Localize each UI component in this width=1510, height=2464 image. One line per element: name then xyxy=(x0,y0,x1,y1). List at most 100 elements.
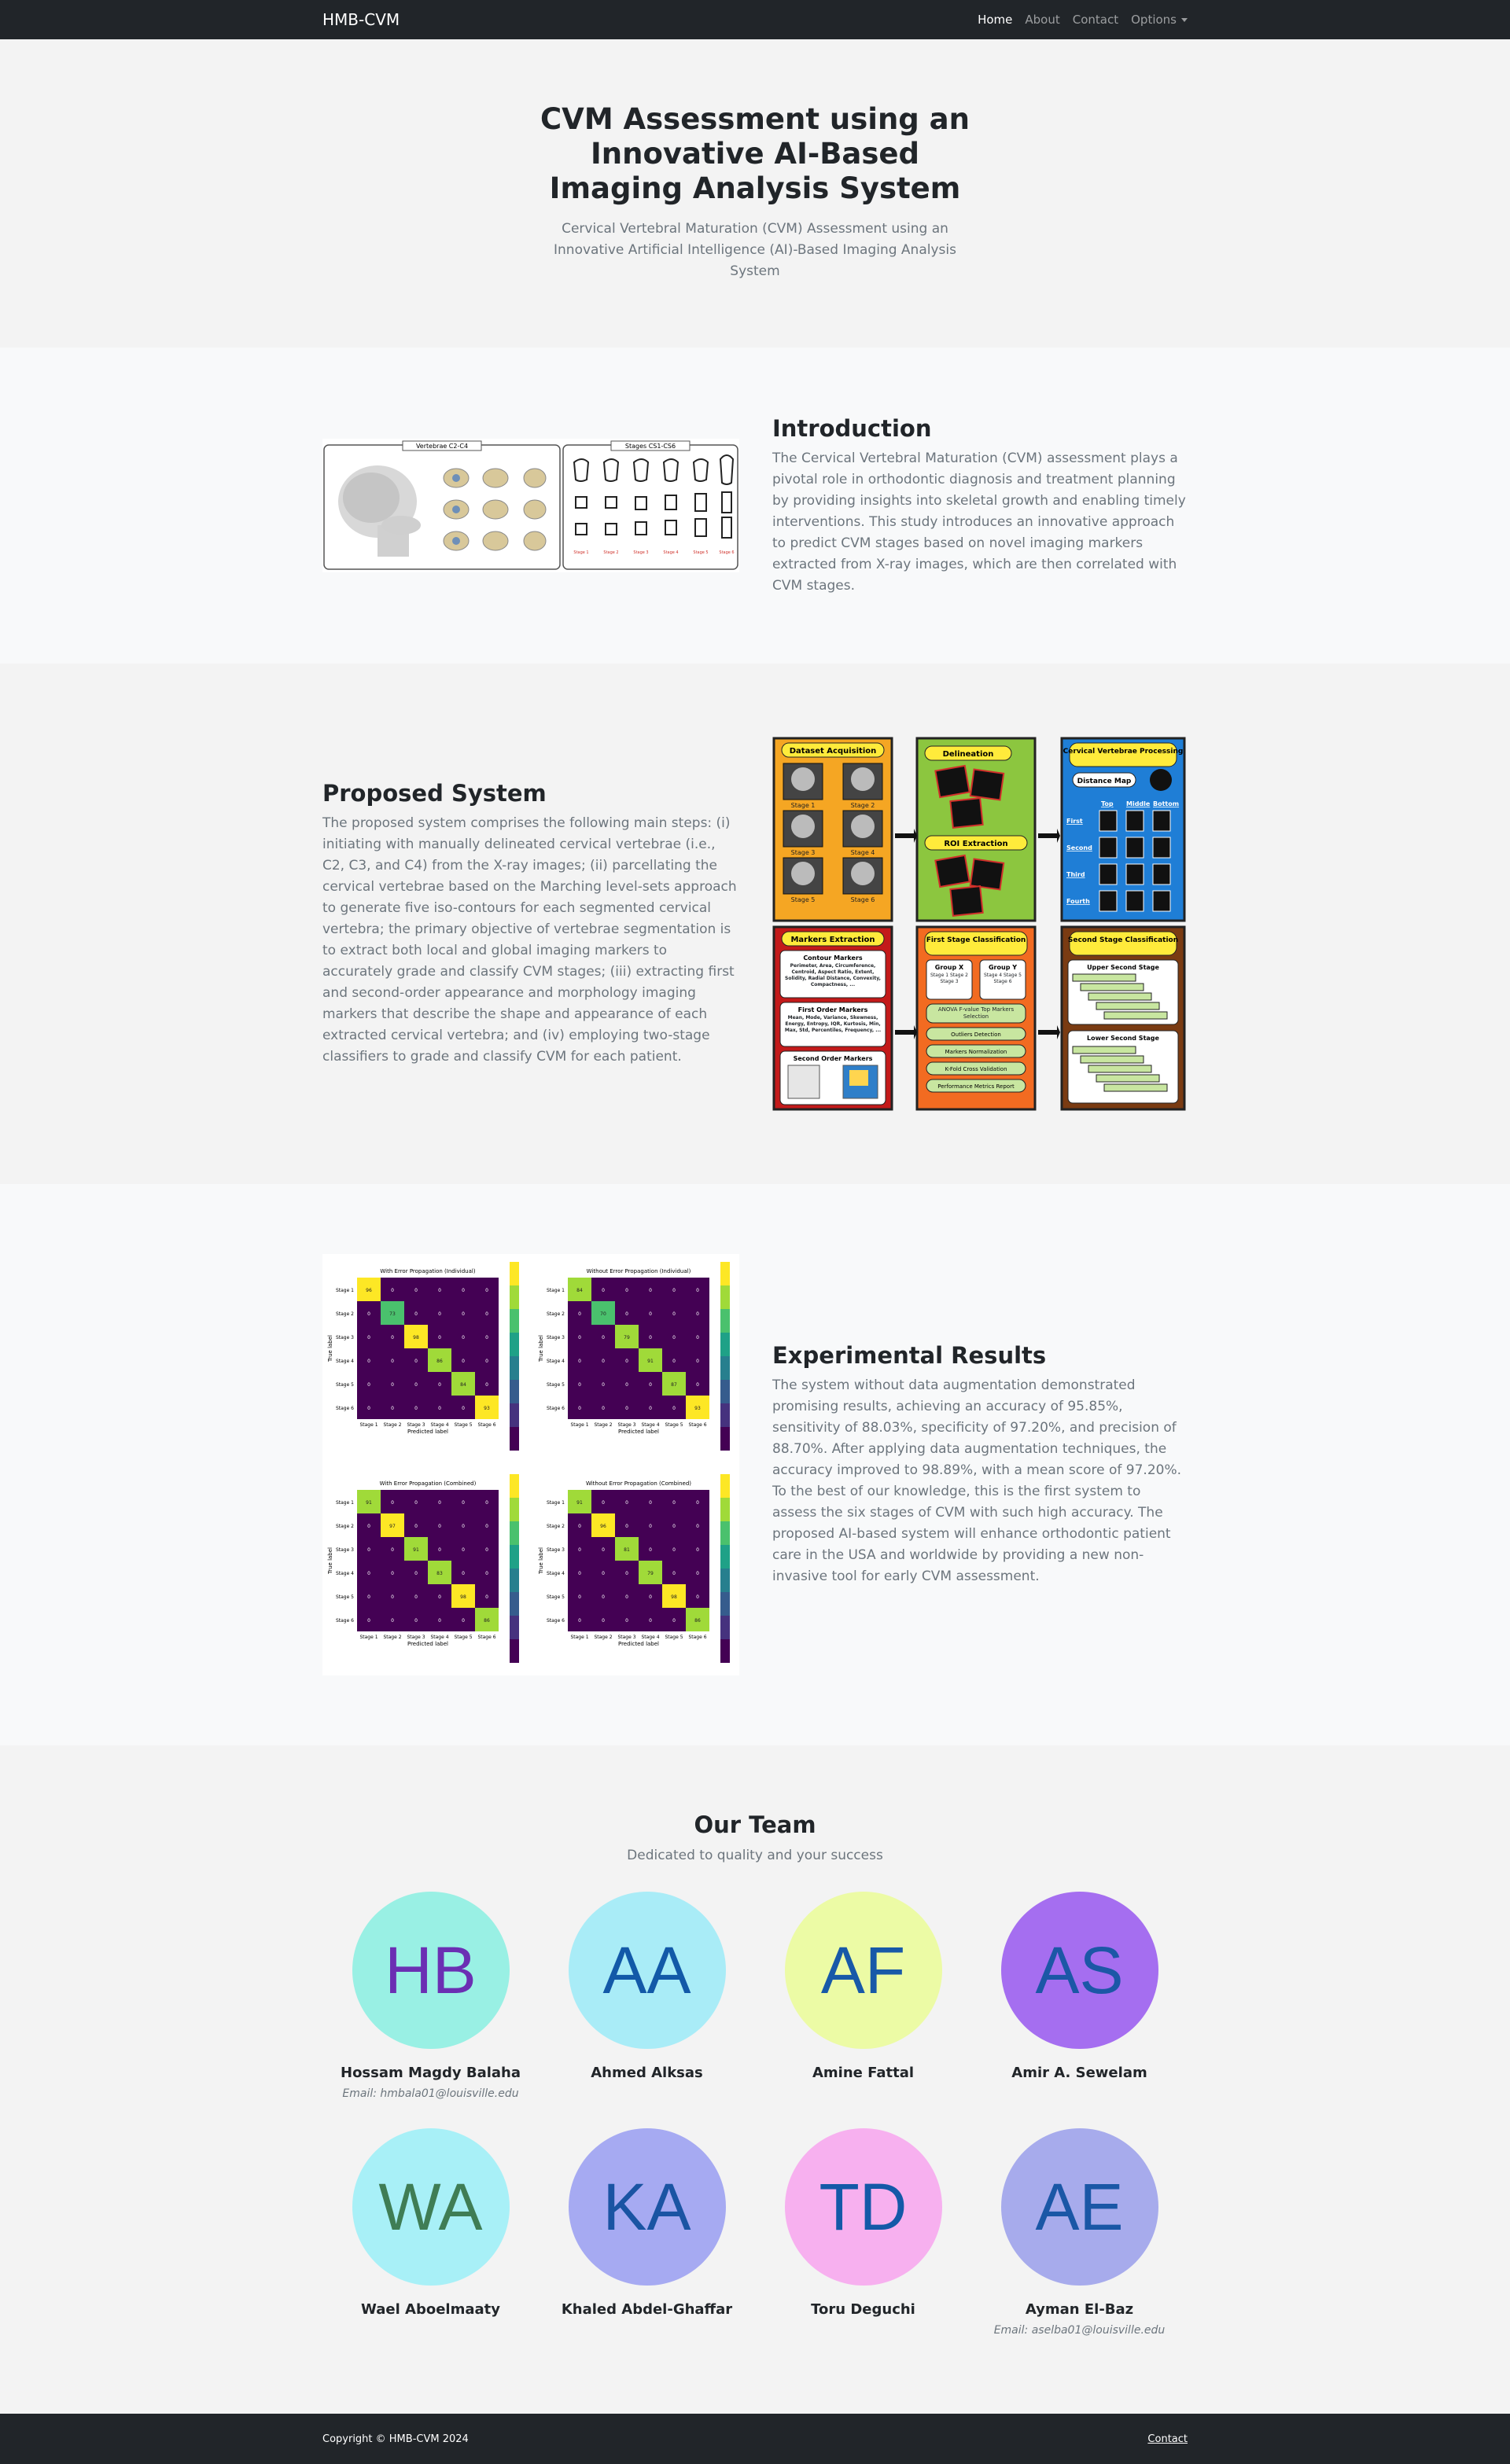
member-name: Toru Deguchi xyxy=(811,2301,915,2318)
cell-value: 0 xyxy=(578,1406,581,1411)
cell-value: 0 xyxy=(649,1524,652,1529)
second-order-title: Second Order Markers xyxy=(794,1055,873,1062)
x-tick-label: Stage 1 xyxy=(570,1635,588,1640)
colorbar-segment xyxy=(510,1380,519,1403)
nav-home[interactable]: Home xyxy=(978,13,1012,27)
nav-options-dropdown[interactable]: Options xyxy=(1131,13,1188,27)
cell-value: 0 xyxy=(578,1382,581,1388)
colorbar-segment xyxy=(510,1521,519,1545)
fs-step-4: K-Fold Cross Validation xyxy=(945,1066,1007,1072)
cell-value: 0 xyxy=(625,1311,628,1317)
team-section: Our Team Dedicated to quality and your s… xyxy=(0,1745,1510,2414)
cell-value: 0 xyxy=(602,1594,605,1600)
x-tick-label: Stage 2 xyxy=(594,1635,612,1640)
nav-contact[interactable]: Contact xyxy=(1073,13,1118,27)
cell-value: 0 xyxy=(625,1524,628,1529)
y-tick-label: Stage 5 xyxy=(547,1382,565,1388)
cell-value: 0 xyxy=(391,1571,394,1576)
cell-value: 0 xyxy=(414,1594,418,1600)
team-member: HB Hossam Magdy Balaha Email: hmbala01@l… xyxy=(322,1892,539,2102)
cell-value: 0 xyxy=(367,1359,370,1364)
nav-options-label: Options xyxy=(1131,13,1177,27)
results-paragraph: The system without data augmentation dem… xyxy=(772,1377,1182,1584)
nav-about[interactable]: About xyxy=(1025,13,1059,27)
cell-value: 0 xyxy=(672,1359,676,1364)
cell-value: 0 xyxy=(462,1406,465,1411)
cell-value: 0 xyxy=(672,1547,676,1553)
group-y-label: Group Y xyxy=(989,964,1017,971)
stage-label-3: Stage 3 xyxy=(633,550,648,555)
y-axis-label: True label xyxy=(538,1547,544,1575)
cell-value: 0 xyxy=(438,1311,441,1317)
confusion-matrices-chart: With Error Propagation (Individual) 96 0 0 0… xyxy=(327,1262,730,1663)
colorbar-segment xyxy=(510,1545,519,1569)
group-y-stages: Stage 4 Stage 5 Stage 6 xyxy=(983,973,1022,984)
colorbar-segment xyxy=(720,1639,730,1663)
col-bottom: Bottom xyxy=(1153,800,1179,807)
cell-value: 0 xyxy=(696,1311,699,1317)
cell-value: 0 xyxy=(391,1594,394,1600)
col-top: Top xyxy=(1101,800,1114,807)
cell-value: 0 xyxy=(649,1288,652,1293)
cell-value: 0 xyxy=(625,1594,628,1600)
colorbar-segment xyxy=(720,1474,730,1498)
cell-value: 0 xyxy=(391,1382,394,1388)
navbar: HMB-CVM Home About Contact Options xyxy=(0,0,1510,39)
cell-value: 0 xyxy=(485,1500,488,1506)
y-axis-label: True label xyxy=(327,1335,333,1363)
cell-value: 98 xyxy=(460,1594,466,1600)
brand-link[interactable]: HMB-CVM xyxy=(322,10,400,29)
results-text-block: Experimental Results The system without … xyxy=(772,1342,1188,1587)
colorbar-segment xyxy=(510,1285,519,1309)
cell-value: 0 xyxy=(625,1618,628,1624)
vertebrae-illustration: Vertebrae C2-C4 Stages CS1-CS6 Stage 1 S… xyxy=(323,440,738,570)
x-tick-label: Stage 5 xyxy=(454,1422,472,1428)
colorbar-segment xyxy=(510,1592,519,1616)
stage-label-2: Stage 2 xyxy=(603,550,618,555)
x-tick-label: Stage 4 xyxy=(430,1635,448,1640)
cell-value: 0 xyxy=(367,1618,370,1624)
cell-value: 0 xyxy=(391,1406,394,1411)
experimental-results-section: With Error Propagation (Individual) 96 0 0 0… xyxy=(0,1184,1510,1745)
member-email: Email: aselba01@louisville.edu xyxy=(993,2324,1166,2337)
cell-value: 73 xyxy=(389,1311,396,1317)
y-tick-label: Stage 2 xyxy=(547,1524,565,1529)
cell-value: 0 xyxy=(391,1359,394,1364)
x-axis-label: Predicted label xyxy=(407,1429,448,1435)
markers-title: Markers Extraction xyxy=(790,936,875,944)
member-name: Hossam Magdy Balaha xyxy=(341,2065,521,2081)
team-member: AE Ayman El-Baz Email: aselba01@louisvil… xyxy=(971,2128,1188,2338)
roi-title: ROI Extraction xyxy=(944,840,1007,848)
team-member: TD Toru Deguchi xyxy=(755,2128,971,2338)
footer-contact-link[interactable]: Contact xyxy=(1147,2433,1188,2445)
cell-value: 0 xyxy=(578,1359,581,1364)
cell-value: 0 xyxy=(367,1547,370,1553)
y-tick-label: Stage 5 xyxy=(336,1594,354,1600)
avatar-initials: AA xyxy=(602,1933,691,2007)
group-x-label: Group X xyxy=(935,964,964,971)
colorbar-segment xyxy=(720,1545,730,1569)
hero: CVM Assessment using an Innovative AI-Ba… xyxy=(0,39,1510,348)
cell-value: 0 xyxy=(602,1500,605,1506)
first-stage-title: First Stage Classification xyxy=(926,936,1026,944)
y-tick-label: Stage 4 xyxy=(547,1571,565,1576)
cell-value: 0 xyxy=(414,1618,418,1624)
y-tick-label: Stage 1 xyxy=(336,1288,354,1293)
cell-value: 83 xyxy=(436,1571,443,1576)
x-axis-label: Predicted label xyxy=(407,1641,448,1647)
cell-value: 0 xyxy=(602,1335,605,1340)
processing-title: Cervical Vertebrae Processing xyxy=(1063,748,1184,756)
cell-value: 0 xyxy=(696,1359,699,1364)
cell-value: 96 xyxy=(366,1288,372,1293)
colorbar-segment xyxy=(510,1474,519,1498)
cell-value: 0 xyxy=(414,1382,418,1388)
colorbar-segment xyxy=(510,1309,519,1333)
lower-stage-label: Lower Second Stage xyxy=(1087,1035,1159,1042)
avatar-initials: AF xyxy=(820,1933,906,2007)
cell-value: 86 xyxy=(436,1359,443,1364)
cell-value: 0 xyxy=(485,1382,488,1388)
introduction-text-block: Introduction The Cervical Vertebral Matu… xyxy=(772,415,1188,597)
avatar-initials: KA xyxy=(602,2169,691,2244)
cell-value: 0 xyxy=(578,1311,581,1317)
cell-value: 98 xyxy=(413,1335,419,1340)
